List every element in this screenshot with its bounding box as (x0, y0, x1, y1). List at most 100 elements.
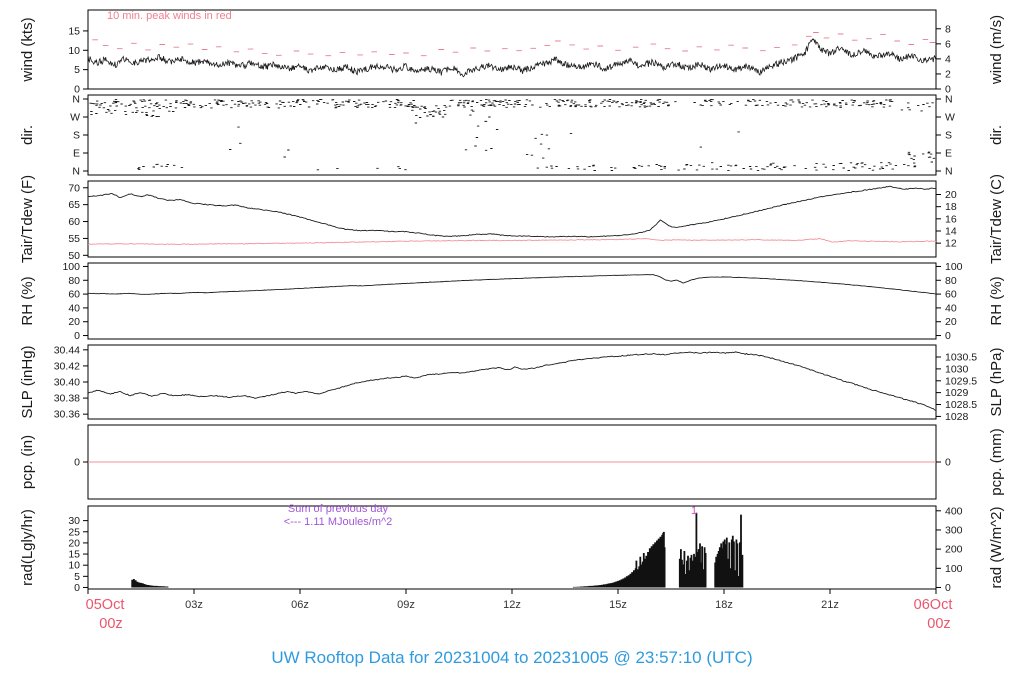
ytick-left-slp: 30.36 (54, 409, 80, 421)
xtick-label: 12z (503, 599, 521, 611)
x-start-date: 05Oct (86, 597, 125, 613)
ytick-left-wind: 15 (68, 25, 80, 37)
ytick-right-wind: 4 (945, 53, 951, 65)
ytick-left-dir: E (73, 148, 80, 160)
xtick-label: 18z (715, 599, 733, 611)
ytick-left-rh: 80 (68, 275, 80, 287)
axis-label-slp-left: SLP (inHg) (19, 345, 36, 418)
axis-label-rh-right: RH (%) (988, 276, 1005, 325)
panel-tair: 70656055501214161820Tair/Tdew (F) Tair/Td… (19, 174, 1005, 264)
ytick-left-pcp: 0 (74, 457, 80, 469)
ytick-left-rh: 60 (68, 289, 80, 301)
x-start-time: 00z (99, 616, 122, 632)
rad-sum-note: Sum of previous day <--- 1.11 MJoules/m^… (238, 503, 438, 529)
ytick-right-dir: S (945, 130, 952, 142)
ytick-left-tair: 65 (68, 199, 80, 211)
ytick-left-slp: 30.40 (54, 377, 80, 389)
ytick-right-tair: 20 (945, 189, 957, 201)
ytick-right-wind: 6 (945, 38, 951, 50)
ytick-right-tair: 12 (945, 238, 957, 250)
ytick-right-rad: 200 (945, 544, 963, 556)
panel-rad-frame (87, 505, 937, 590)
axis-label-rh-left: RH (%) (19, 276, 36, 325)
axis-label-slp-right: SLP (hPa) (988, 348, 1005, 417)
ytick-right-dir: N (945, 94, 953, 106)
x-end-time: 00z (927, 616, 950, 632)
ytick-right-rh: 80 (945, 275, 957, 287)
xtick-label: 06z (291, 599, 309, 611)
ytick-right-rad: 400 (945, 505, 963, 517)
scatter-wind-direction (89, 98, 936, 172)
meteogram-chart: 05101502468wind (kts) wind (m/s)NWSENNWSE… (19, 9, 1005, 632)
ytick-left-rad: 15 (68, 549, 80, 561)
axis-label-dir-left: dir. (19, 125, 36, 145)
panel-pcp: 0 0 pcp. (in) pcp. (mm) (19, 424, 1005, 500)
xtick-label: 03z (185, 599, 203, 611)
peak-wind-note: 10 min. peak winds in red (107, 10, 232, 22)
axis-label-pcp-right: pcp. (mm) (988, 428, 1005, 496)
rad-sum-line2: <--- 1.11 MJoules/m^2 (283, 516, 393, 528)
series-wind-speed (87, 38, 937, 78)
ytick-left-rad: 25 (68, 526, 80, 538)
series-rh (88, 274, 937, 295)
ytick-right-rh: 100 (945, 261, 963, 273)
panel-dir-frame (87, 94, 937, 176)
rad-spike-marker: 1 (691, 505, 698, 517)
ytick-right-slp: 1028 (945, 411, 969, 423)
ytick-right-slp: 1029 (945, 387, 969, 399)
ytick-left-rad: 5 (74, 571, 80, 583)
ytick-right-rad: 0 (945, 582, 951, 594)
ytick-left-rh: 40 (68, 302, 80, 314)
ytick-right-slp: 1030.5 (945, 351, 977, 363)
page-title: UW Rooftop Data for 20231004 to 20231005… (271, 648, 753, 667)
ytick-right-slp: 1029.5 (945, 375, 977, 387)
ytick-left-dir: N (72, 166, 80, 178)
ytick-left-rad: 20 (68, 537, 80, 549)
ytick-right-wind: 8 (945, 23, 951, 35)
ytick-right-dir: N (945, 166, 953, 178)
ytick-right-dir: E (945, 148, 952, 160)
series-tdew (87, 238, 937, 245)
ytick-right-tair: 18 (945, 201, 957, 213)
series-slp (87, 351, 937, 411)
xtick-label: 15z (609, 599, 627, 611)
panel-tair-frame (87, 180, 937, 258)
ytick-right-pcp: 0 (945, 457, 951, 469)
ytick-left-rh: 0 (74, 330, 80, 342)
ytick-left-slp: 30.44 (54, 344, 80, 356)
ytick-left-wind: 5 (74, 64, 80, 76)
ytick-right-slp: 1030 (945, 363, 969, 375)
ytick-left-tair: 55 (68, 233, 80, 245)
ytick-left-tair: 60 (68, 216, 80, 228)
panel-slp: 30.44 30.42 30.40 30.38 30.36 1030.510301029.… (19, 344, 1005, 423)
meteogram-page: 0 5 10 15 0 2 4 6 8 wind (kts) wind (m/s) N W S E N N W S E… (0, 0, 1024, 700)
ytick-left-dir: W (70, 112, 80, 124)
ytick-left-rh: 100 (62, 261, 80, 273)
rad-sum-line1: Sum of previous day (287, 503, 389, 515)
ytick-left-rad: 10 (68, 560, 80, 572)
ytick-right-rad: 100 (945, 563, 963, 575)
ytick-left-dir: N (72, 94, 80, 106)
xtick-label: 21z (821, 599, 839, 611)
ytick-left-rh: 20 (68, 316, 80, 328)
ytick-left-wind: 10 (68, 45, 80, 57)
panel-rh: 100806040200100806040200RH (%) RH (%) (19, 261, 1005, 342)
series-tair (87, 185, 937, 238)
ytick-right-slp: 1028.5 (945, 399, 977, 411)
panel-dir: NWSENNWSENdir. dir. (19, 94, 1005, 178)
axis-label-dir-right: dir. (988, 125, 1005, 145)
ytick-left-slp: 30.42 (54, 360, 80, 372)
axis-label-tair-left: Tair/Tdew (F) (19, 175, 36, 263)
ytick-right-rh: 20 (945, 316, 957, 328)
ytick-left-slp: 30.38 (54, 393, 80, 405)
ytick-right-wind: 2 (945, 68, 951, 80)
ytick-left-rad: 0 (74, 582, 80, 594)
axis-label-rad-right: rad (W/m^2) (988, 506, 1005, 588)
ytick-right-rh: 60 (945, 289, 957, 301)
ytick-left-tair: 70 (68, 182, 80, 194)
x-axis: 03z 06z 09z 12z 15z 18z 21z 05Oct 00z 06Oct 00z (86, 589, 952, 632)
ytick-right-rad: 300 (945, 524, 963, 536)
ytick-right-rh: 40 (945, 302, 957, 314)
panel-rad: 0510152025300100200300400rad(Lgly/hr) rad… (19, 505, 1005, 594)
ytick-right-tair: 16 (945, 213, 957, 225)
